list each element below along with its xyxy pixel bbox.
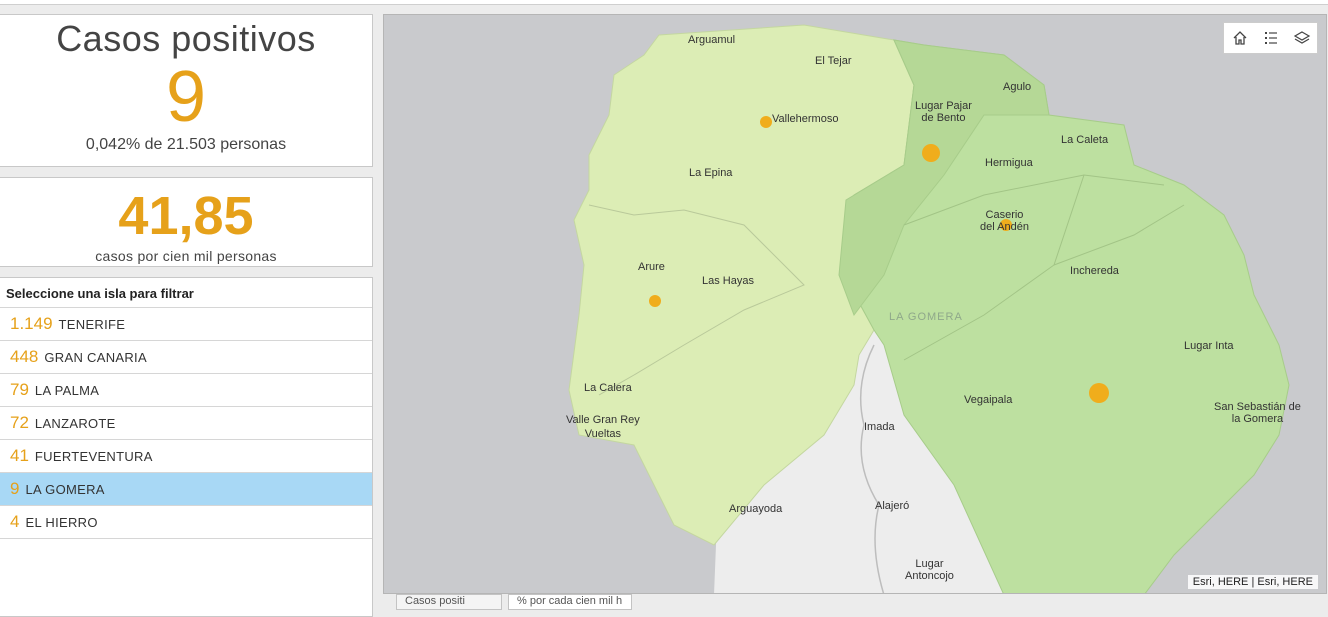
- place-label: Caserio del Andén: [980, 209, 1029, 233]
- place-label: Lugar Inta: [1184, 340, 1234, 352]
- place-label: Valle Gran Rey Vueltas: [566, 414, 640, 440]
- place-label: San Sebastián de la Gomera: [1214, 401, 1301, 425]
- tab-casos-positivos[interactable]: Casos positi: [396, 594, 502, 610]
- place-label: Vallehermoso: [772, 113, 839, 125]
- island-row[interactable]: 72 LANZAROTE: [0, 406, 372, 439]
- tab-tasa[interactable]: % por cada cien mil h: [508, 594, 632, 610]
- island-count: 9: [10, 479, 20, 498]
- place-label: Alajeró: [875, 500, 910, 512]
- legend-button[interactable]: [1255, 23, 1286, 53]
- place-label-island: LA GOMERA: [889, 311, 963, 323]
- map-canvas[interactable]: [384, 15, 1327, 594]
- place-label: Vegaipala: [964, 394, 1013, 406]
- island-name: LANZAROTE: [34, 415, 116, 431]
- island-name: LA PALMA: [34, 382, 100, 398]
- island-row[interactable]: 4 EL HIERRO: [0, 505, 372, 539]
- place-label: Inchereda: [1070, 265, 1119, 277]
- rate-subtitle: casos por cien mil personas: [95, 248, 277, 264]
- cases-value: 9: [165, 57, 207, 137]
- case-point-hermigua: [922, 144, 940, 162]
- place-label: La Calera: [584, 382, 632, 394]
- home-icon: [1233, 31, 1246, 45]
- island-name: FUERTEVENTURA: [34, 448, 153, 464]
- island-count: 79: [10, 380, 29, 399]
- place-label: Agulo: [1003, 81, 1032, 93]
- island-count: 448: [10, 347, 39, 366]
- rate-indicator: 41,85 casos por cien mil personas: [0, 177, 373, 267]
- tab-strip: Casos positi % por cada cien mil h: [396, 594, 1096, 610]
- place-label: La Caleta: [1061, 134, 1109, 146]
- cases-subtitle: 0,042% de 21.503 personas: [85, 136, 287, 153]
- layers-button[interactable]: [1286, 23, 1317, 53]
- map-view[interactable]: Arguamul El Tejar Agulo Lugar Pajar de B…: [383, 14, 1327, 594]
- home-button[interactable]: [1224, 23, 1255, 53]
- list-icon: [1264, 32, 1277, 44]
- place-label: Imada: [864, 421, 895, 433]
- place-label: Arguamul: [688, 34, 736, 46]
- case-point-vallehermoso: [760, 116, 772, 128]
- place-label: La Epina: [689, 167, 733, 179]
- place-label: Hermigua: [985, 157, 1033, 169]
- map-toolbar: [1223, 22, 1318, 54]
- island-row[interactable]: 1.149 TENERIFE: [0, 307, 372, 340]
- place-label: Arure: [638, 261, 665, 273]
- map-attribution: Esri, HERE | Esri, HERE: [1187, 575, 1318, 589]
- place-label: Lugar Pajar de Bento: [915, 100, 972, 124]
- island-row[interactable]: 41 FUERTEVENTURA: [0, 439, 372, 472]
- island-list-title: Seleccione una isla para filtrar: [6, 286, 194, 301]
- place-label: El Tejar: [815, 55, 852, 67]
- island-row[interactable]: 79 LA PALMA: [0, 373, 372, 406]
- positive-cases-indicator: Casos positivos 9 0,042% de 21.503 perso…: [0, 14, 373, 167]
- island-list: 1.149 TENERIFE 448 GRAN CANARIA 79 LA PALMA 72…: [0, 307, 372, 539]
- island-row[interactable]: 448 GRAN CANARIA: [0, 340, 372, 373]
- island-name: GRAN CANARIA: [44, 349, 147, 365]
- island-name: TENERIFE: [58, 316, 126, 332]
- island-count: 4: [10, 512, 20, 531]
- case-point-vegaipala: [1089, 383, 1109, 403]
- place-label: Las Hayas: [702, 275, 754, 287]
- rate-value: 41,85: [118, 186, 254, 246]
- island-name: LA GOMERA: [25, 481, 105, 497]
- island-list-panel: Seleccione una isla para filtrar 1.149 TE…: [0, 277, 373, 617]
- place-label: Arguayoda: [729, 503, 783, 515]
- island-name: EL HIERRO: [25, 514, 98, 530]
- island-count: 1.149: [10, 314, 53, 333]
- island-count: 72: [10, 413, 29, 432]
- cases-title: Casos positivos: [56, 18, 316, 59]
- island-row[interactable]: 9 LA GOMERA: [0, 472, 372, 505]
- layers-icon: [1293, 31, 1310, 44]
- case-point-arure: [649, 295, 661, 307]
- island-count: 41: [10, 446, 29, 465]
- place-label: Lugar Antoncojo: [905, 558, 954, 582]
- top-strip: [0, 0, 1328, 5]
